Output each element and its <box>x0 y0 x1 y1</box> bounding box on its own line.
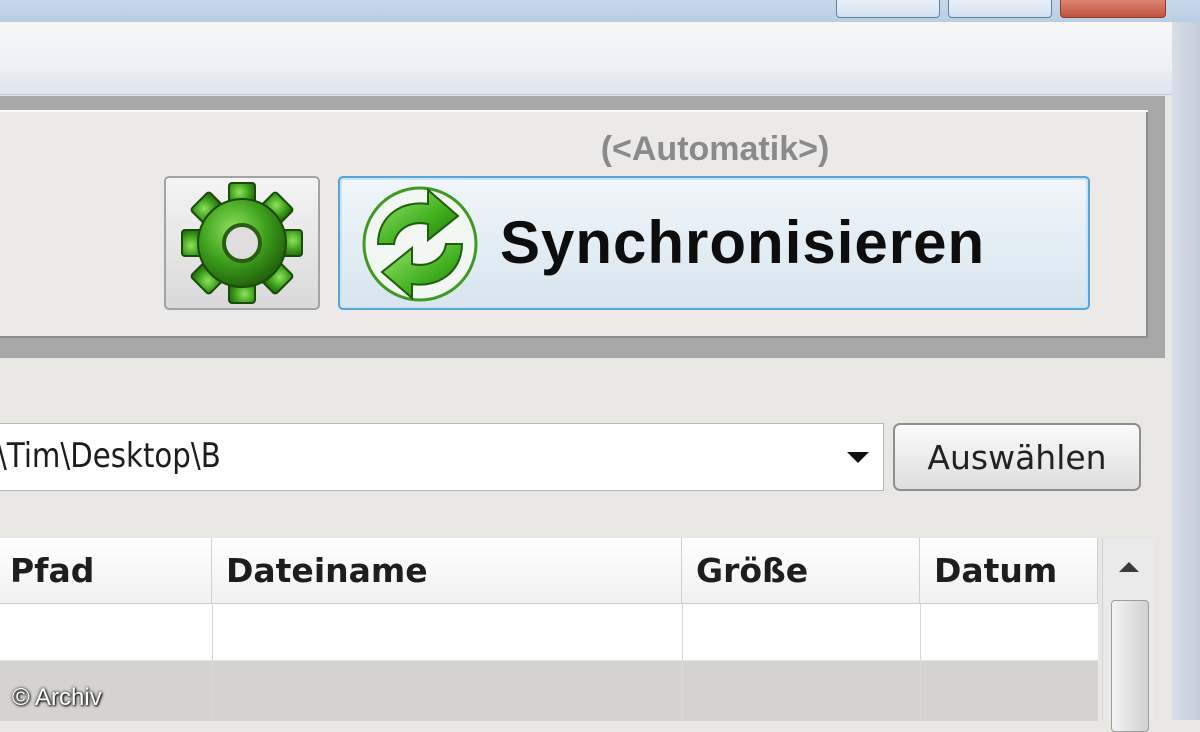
column-divider <box>212 604 213 720</box>
window-titlebar <box>0 0 1200 22</box>
folder-path-combobox[interactable]: \Tim\Desktop\B <box>0 423 884 491</box>
window-frame-right <box>1172 22 1200 720</box>
close-button[interactable] <box>1060 0 1166 18</box>
settings-button[interactable] <box>164 176 320 310</box>
sync-arrows-icon <box>362 186 478 302</box>
sync-button-label: Synchronisieren <box>500 209 986 276</box>
table-row[interactable] <box>0 661 1098 721</box>
copyright-watermark: © Archiv <box>12 684 102 711</box>
column-header-filename[interactable]: Dateiname <box>212 538 682 603</box>
column-divider <box>682 604 683 720</box>
dropdown-arrow-icon[interactable] <box>847 452 869 463</box>
scrollbar-thumb[interactable] <box>1111 600 1149 732</box>
gear-icon <box>181 182 303 304</box>
file-table: Pfad Dateiname Größe Datum <box>0 538 1098 721</box>
column-header-path[interactable]: Pfad <box>0 538 212 603</box>
column-header-size[interactable]: Größe <box>682 538 920 603</box>
maximize-button[interactable] <box>948 0 1052 18</box>
scroll-up-arrow-icon[interactable] <box>1119 562 1139 572</box>
column-header-date[interactable]: Datum <box>920 538 1098 603</box>
menu-bar <box>0 22 1200 95</box>
minimize-button[interactable] <box>836 0 940 18</box>
table-header: Pfad Dateiname Größe Datum <box>0 538 1098 604</box>
folder-path-value: \Tim\Desktop\B <box>0 436 221 476</box>
table-row[interactable] <box>0 604 1098 661</box>
choose-folder-button[interactable]: Auswählen <box>893 423 1141 491</box>
sync-button[interactable]: Synchronisieren <box>338 176 1090 310</box>
table-scrollbar[interactable] <box>1102 538 1155 732</box>
column-divider <box>920 604 921 720</box>
mode-label: (<Automatik>) <box>600 130 830 168</box>
